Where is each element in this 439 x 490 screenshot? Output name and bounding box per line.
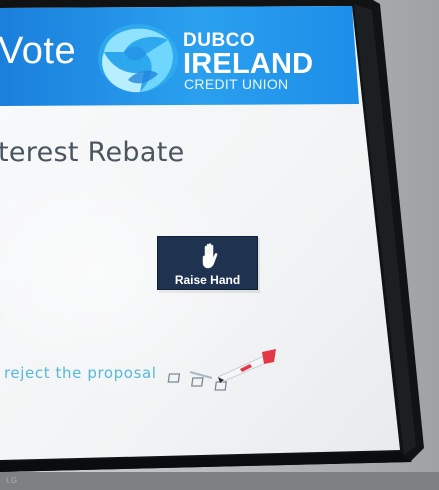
raise-hand-button[interactable]: Raise Hand (157, 236, 258, 290)
org-name-line3: CREDIT UNION (184, 76, 289, 92)
dubco-logo-icon (98, 24, 178, 93)
raise-hand-label: Raise Hand (174, 273, 241, 287)
reject-proposal-text: reject the proposal (4, 364, 157, 382)
hand-icon (202, 243, 218, 269)
app-title: Vote (0, 30, 77, 72)
page-title: terest Rebate (0, 137, 185, 168)
device-logo: LG (6, 476, 18, 485)
